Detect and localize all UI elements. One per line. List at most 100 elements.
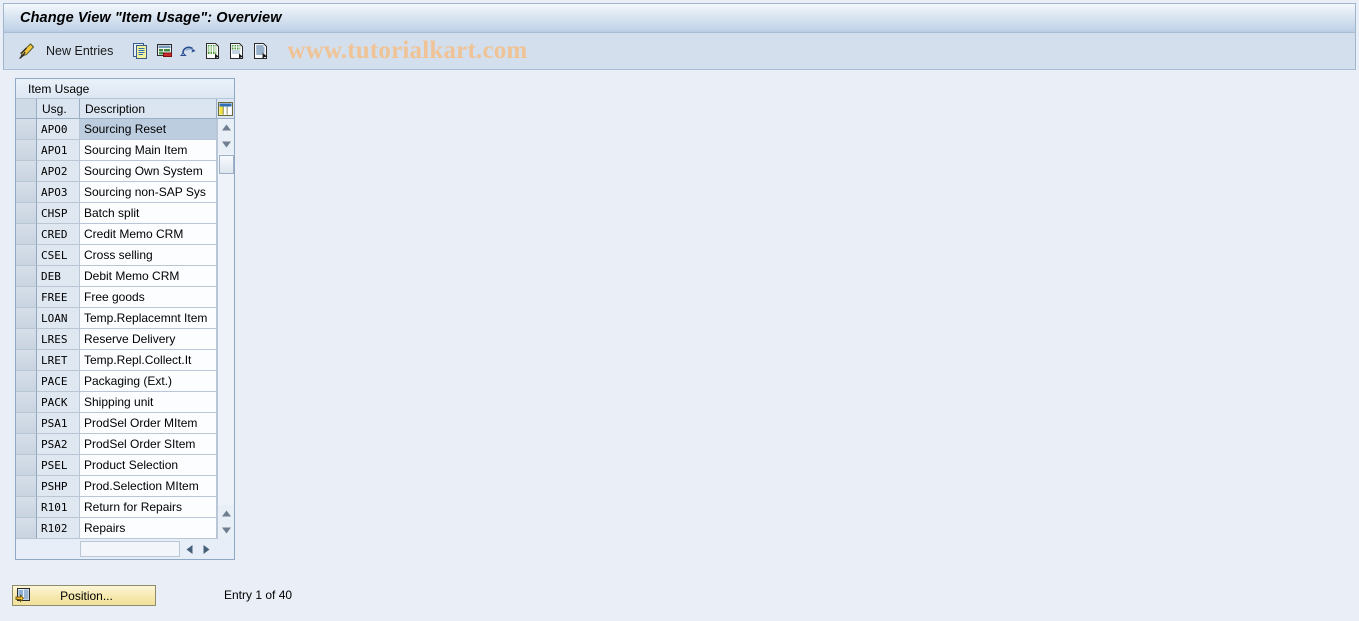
cell-description[interactable]: Reserve Delivery xyxy=(80,329,217,350)
cell-description[interactable]: Temp.Replacemnt Item xyxy=(80,308,217,329)
row-selector-button[interactable] xyxy=(16,455,37,476)
cell-description[interactable]: Batch split xyxy=(80,203,217,224)
scroll-right-arrow-icon[interactable] xyxy=(199,541,214,557)
table-row[interactable]: R102 Repairs xyxy=(16,518,234,539)
cell-usg[interactable]: LRES xyxy=(37,329,80,350)
row-selector-button[interactable] xyxy=(16,287,37,308)
row-selector-button[interactable] xyxy=(16,392,37,413)
table-row[interactable]: PSA1 ProdSel Order MItem xyxy=(16,413,234,434)
table-row[interactable]: LOAN Temp.Replacemnt Item xyxy=(16,308,234,329)
scroll-down-arrow-icon[interactable] xyxy=(218,136,234,153)
deselect-all-icon[interactable] xyxy=(225,38,249,64)
copy-as-icon[interactable] xyxy=(129,38,153,64)
row-selector-button[interactable] xyxy=(16,329,37,350)
row-selector-button[interactable] xyxy=(16,119,37,140)
undo-icon[interactable] xyxy=(177,38,201,64)
row-selector-button[interactable] xyxy=(16,371,37,392)
cell-usg[interactable]: CSEL xyxy=(37,245,80,266)
table-row[interactable]: DEB Debit Memo CRM xyxy=(16,266,234,287)
table-row[interactable]: CHSP Batch split xyxy=(16,203,234,224)
cell-usg[interactable]: PSA1 xyxy=(37,413,80,434)
cell-description[interactable]: Cross selling xyxy=(80,245,217,266)
row-selector-button[interactable] xyxy=(16,182,37,203)
scroll-up-arrow-icon[interactable] xyxy=(218,119,234,136)
cell-usg[interactable]: CRED xyxy=(37,224,80,245)
cell-usg[interactable]: R101 xyxy=(37,497,80,518)
cell-description[interactable]: Packaging (Ext.) xyxy=(80,371,217,392)
row-selector-button[interactable] xyxy=(16,308,37,329)
table-row[interactable]: APO2 Sourcing Own System xyxy=(16,161,234,182)
cell-usg[interactable]: APO1 xyxy=(37,140,80,161)
table-row[interactable]: PSHP Prod.Selection MItem xyxy=(16,476,234,497)
table-row[interactable]: CRED Credit Memo CRM xyxy=(16,224,234,245)
column-header-usg[interactable]: Usg. xyxy=(37,99,80,118)
table-row[interactable]: LRET Temp.Repl.Collect.It xyxy=(16,350,234,371)
table-row[interactable]: APO3 Sourcing non-SAP Sys xyxy=(16,182,234,203)
scroll-page-down-arrow-icon[interactable] xyxy=(218,522,234,539)
row-selector-button[interactable] xyxy=(16,161,37,182)
table-row[interactable]: PACK Shipping unit xyxy=(16,392,234,413)
vertical-scroll-thumb[interactable] xyxy=(218,155,234,174)
table-row[interactable]: PACE Packaging (Ext.) xyxy=(16,371,234,392)
cell-usg[interactable]: PACK xyxy=(37,392,80,413)
table-row[interactable]: FREE Free goods xyxy=(16,287,234,308)
row-selector-button[interactable] xyxy=(16,476,37,497)
cell-description[interactable]: Sourcing Main Item xyxy=(80,140,217,161)
cell-usg[interactable]: DEB xyxy=(37,266,80,287)
cell-description[interactable]: Debit Memo CRM xyxy=(80,266,217,287)
row-selector-button[interactable] xyxy=(16,518,37,539)
row-selector-button[interactable] xyxy=(16,224,37,245)
cell-usg[interactable]: LOAN xyxy=(37,308,80,329)
table-row[interactable]: CSEL Cross selling xyxy=(16,245,234,266)
cell-description[interactable]: Shipping unit xyxy=(80,392,217,413)
cell-description[interactable]: Sourcing Reset xyxy=(80,119,217,140)
cell-description[interactable]: Product Selection xyxy=(80,455,217,476)
cell-usg[interactable]: LRET xyxy=(37,350,80,371)
row-selector-button[interactable] xyxy=(16,140,37,161)
column-header-description[interactable]: Description xyxy=(80,99,217,118)
cell-description[interactable]: ProdSel Order SItem xyxy=(80,434,217,455)
pencil-edit-icon[interactable] xyxy=(14,38,40,64)
cell-description[interactable]: Temp.Repl.Collect.It xyxy=(80,350,217,371)
row-selector-button[interactable] xyxy=(16,245,37,266)
cell-usg[interactable]: APO0 xyxy=(37,119,80,140)
cell-usg[interactable]: PSHP xyxy=(37,476,80,497)
cell-usg[interactable]: PSEL xyxy=(37,455,80,476)
table-row[interactable]: R101 Return for Repairs xyxy=(16,497,234,518)
cell-description[interactable]: Credit Memo CRM xyxy=(80,224,217,245)
cell-description[interactable]: Sourcing non-SAP Sys xyxy=(80,182,217,203)
cell-description[interactable]: Free goods xyxy=(80,287,217,308)
table-horizontal-scrollbar[interactable] xyxy=(16,539,234,559)
scroll-left-arrow-icon[interactable] xyxy=(182,541,197,557)
scroll-page-up-arrow-icon[interactable] xyxy=(218,505,234,522)
table-row[interactable]: PSA2 ProdSel Order SItem xyxy=(16,434,234,455)
cell-description[interactable]: Prod.Selection MItem xyxy=(80,476,217,497)
table-row[interactable]: PSEL Product Selection xyxy=(16,455,234,476)
cell-description[interactable]: ProdSel Order MItem xyxy=(80,413,217,434)
row-selector-button[interactable] xyxy=(16,266,37,287)
new-entries-button[interactable]: New Entries xyxy=(40,44,119,58)
cell-description[interactable]: Sourcing Own System xyxy=(80,161,217,182)
details-icon[interactable] xyxy=(249,38,273,64)
select-all-icon[interactable] xyxy=(201,38,225,64)
table-row[interactable]: LRES Reserve Delivery xyxy=(16,329,234,350)
table-row[interactable]: APO1 Sourcing Main Item xyxy=(16,140,234,161)
row-selector-button[interactable] xyxy=(16,434,37,455)
table-vertical-scrollbar[interactable] xyxy=(217,119,234,539)
column-config-icon[interactable] xyxy=(217,99,234,118)
table-row[interactable]: APO0 Sourcing Reset xyxy=(16,119,234,140)
cell-usg[interactable]: R102 xyxy=(37,518,80,539)
cell-description[interactable]: Return for Repairs xyxy=(80,497,217,518)
cell-usg[interactable]: CHSP xyxy=(37,203,80,224)
horizontal-scroll-track[interactable] xyxy=(80,541,180,557)
cell-usg[interactable]: PACE xyxy=(37,371,80,392)
cell-description[interactable]: Repairs xyxy=(80,518,217,539)
row-selector-button[interactable] xyxy=(16,497,37,518)
row-selector-button[interactable] xyxy=(16,203,37,224)
cell-usg[interactable]: FREE xyxy=(37,287,80,308)
row-selector-button[interactable] xyxy=(16,350,37,371)
delete-icon[interactable] xyxy=(153,38,177,64)
position-button[interactable]: Position... xyxy=(12,585,156,606)
row-selector-button[interactable] xyxy=(16,413,37,434)
select-all-column-header[interactable] xyxy=(16,99,37,118)
